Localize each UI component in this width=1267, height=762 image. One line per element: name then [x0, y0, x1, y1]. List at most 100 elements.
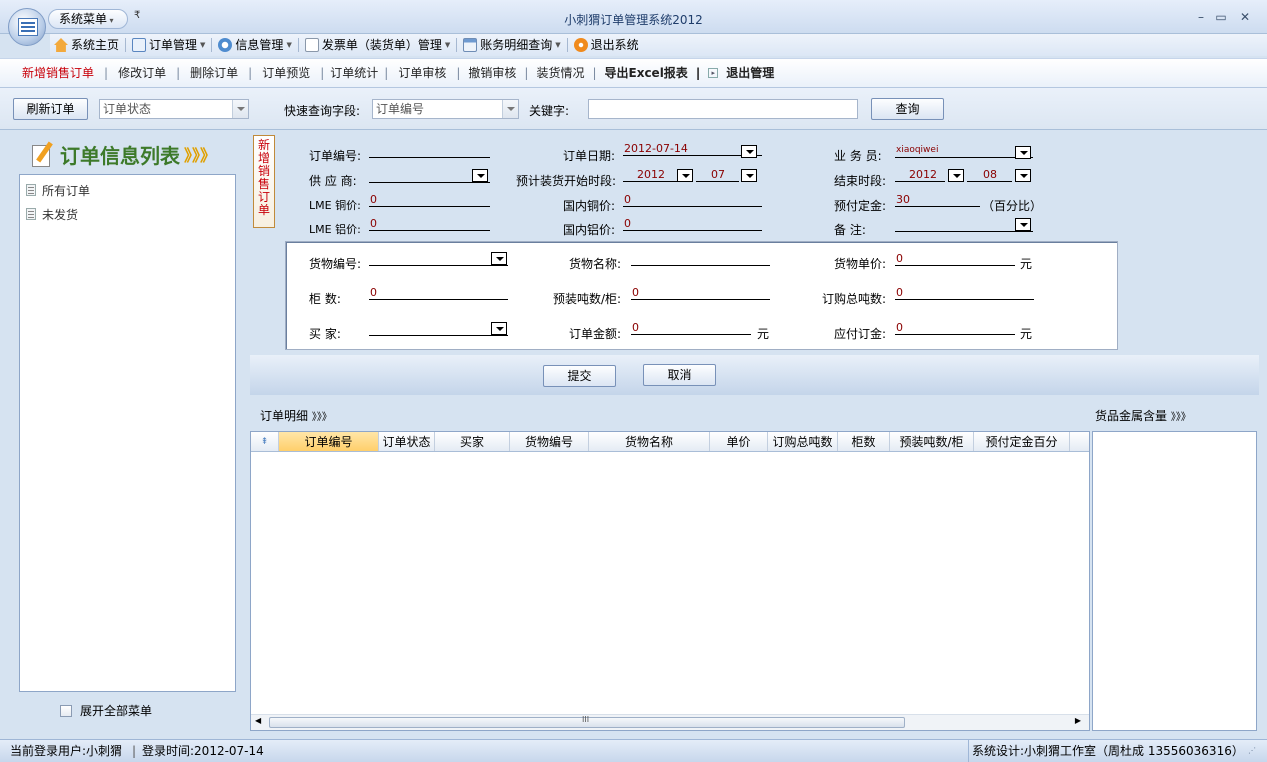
date-dropdown-icon[interactable]	[741, 145, 757, 158]
order-detail-grid: ⇞ 订单编号 订单状态 买家 货物编号 货物名称 单价 订购总吨数 柜数 预装吨…	[250, 431, 1090, 731]
column-header[interactable]: 订购总吨数	[768, 432, 838, 451]
lme-copper-label: LME 铜价:	[309, 199, 361, 212]
shipping-status-button[interactable]: 装货情况	[528, 58, 592, 88]
expand-all-checkbox[interactable]: 展开全部菜单	[60, 702, 152, 719]
domestic-aluminum-input[interactable]: 0	[623, 217, 762, 231]
unit-price-input[interactable]: 0	[895, 252, 1015, 266]
deposit-unit: （百分比）	[982, 199, 1043, 213]
unit-price-label: 货物单价:	[834, 257, 887, 271]
deposit-input[interactable]: 30	[895, 193, 980, 207]
home-icon	[54, 38, 68, 52]
quick-field-select[interactable]: 订单编号	[372, 99, 519, 119]
column-header[interactable]: 货物编号	[510, 432, 589, 451]
chevron-down-icon[interactable]	[948, 169, 964, 182]
scroll-thumb[interactable]: III	[269, 715, 905, 728]
chevron-down-icon: ▼	[444, 41, 451, 49]
deposit-label: 预付定金:	[834, 199, 887, 213]
tons-per-cabinet-input[interactable]: 0	[631, 286, 770, 300]
search-button[interactable]: 查询	[871, 98, 944, 120]
order-status-select[interactable]: 订单状态	[99, 99, 249, 119]
maximize-icon[interactable]: ▭	[1213, 10, 1229, 24]
load-start-month-select[interactable]: 07	[696, 168, 739, 182]
menu-exit[interactable]: 退出系统	[570, 34, 643, 56]
lme-aluminum-input[interactable]: 0	[369, 217, 490, 231]
column-header[interactable]: 订单编号	[279, 432, 379, 451]
window-title: 小刺猬订单管理系统2012	[564, 13, 703, 27]
yuan-unit: 元	[1020, 257, 1033, 271]
credit-text: 系统设计:小刺猬工作室（周杜成 13556036316）	[972, 744, 1244, 758]
submit-button[interactable]: 提交	[543, 365, 616, 387]
quick-field-label: 快速查询字段:	[284, 104, 361, 118]
load-start-label: 预计装货开始时段:	[516, 174, 617, 188]
scroll-right-icon[interactable]: ▶	[1075, 716, 1081, 725]
edit-order-button[interactable]: 修改订单	[108, 58, 176, 88]
menu-order-manage[interactable]: 订单管理 ▼	[128, 34, 209, 56]
new-order-button[interactable]: 新增销售订单	[22, 58, 104, 88]
scroll-left-icon[interactable]: ◀	[255, 716, 261, 725]
delete-order-button[interactable]: 删除订单	[180, 58, 248, 88]
minimize-icon[interactable]: –	[1193, 10, 1209, 24]
remark-select[interactable]	[895, 218, 1033, 232]
order-no-input[interactable]	[369, 144, 490, 158]
total-tons-input[interactable]: 0	[895, 286, 1034, 300]
menu-invoice-manage[interactable]: 发票单（装货单）管理 ▼	[301, 34, 454, 56]
column-header[interactable]: 货物名称	[589, 432, 710, 451]
refresh-order-button[interactable]: 刷新订单	[13, 98, 88, 120]
exit-manage-button[interactable]: 退出管理	[722, 58, 778, 88]
end-year-select[interactable]: 2012	[895, 168, 945, 182]
end-month-select[interactable]: 08	[967, 168, 1012, 182]
resize-grip-icon[interactable]: ⋰	[1248, 740, 1256, 762]
chevron-down-icon[interactable]	[472, 169, 488, 182]
chevron-down-icon[interactable]	[491, 322, 507, 335]
salesman-select[interactable]: xiaoqiwei	[895, 144, 1033, 158]
column-header[interactable]: 单价	[710, 432, 768, 451]
menu-home[interactable]: 系统主页	[50, 34, 123, 56]
order-amount-input[interactable]: 0	[631, 321, 751, 335]
buyer-select[interactable]	[369, 322, 508, 336]
status-divider: |	[132, 744, 137, 758]
domestic-aluminum-label: 国内铝价:	[563, 223, 616, 237]
cancel-review-button[interactable]: 撤销审核	[460, 58, 524, 88]
lme-copper-input[interactable]: 0	[369, 193, 490, 207]
chevron-down-icon[interactable]	[741, 169, 757, 182]
chevron-down-icon: ▼	[555, 41, 561, 49]
tree-item-all-orders[interactable]: 所有订单	[20, 178, 235, 202]
chevron-down-icon[interactable]	[491, 252, 507, 265]
chevron-down-icon[interactable]	[1015, 169, 1031, 182]
column-header[interactable]: 柜数	[838, 432, 890, 451]
file-icon	[26, 184, 36, 196]
form-action-bar	[250, 355, 1259, 395]
chevron-down-icon[interactable]	[1015, 146, 1031, 159]
total-tons-label: 订购总吨数:	[822, 292, 887, 306]
goods-no-select[interactable]	[369, 252, 508, 266]
export-excel-button[interactable]: 导出Excel报表	[597, 58, 696, 88]
column-header[interactable]: 买家	[435, 432, 510, 451]
new-order-tab[interactable]: 新增销售订单	[253, 135, 275, 228]
app-menu-button[interactable]	[8, 8, 46, 46]
chevron-down-icon[interactable]	[1015, 218, 1031, 231]
chevron-down-icon: ▼	[200, 41, 206, 49]
file-icon	[26, 208, 36, 220]
current-user: 当前登录用户:小刺猬	[10, 744, 123, 758]
domestic-copper-input[interactable]: 0	[623, 193, 762, 207]
keyword-input[interactable]	[588, 99, 858, 119]
checkbox-icon	[60, 704, 72, 717]
cancel-button[interactable]: 取消	[643, 364, 716, 386]
payable-deposit-input[interactable]: 0	[895, 321, 1015, 335]
cabinets-input[interactable]: 0	[369, 286, 508, 300]
preview-order-button[interactable]: 订单预览	[252, 58, 320, 88]
load-start-year-select[interactable]: 2012	[623, 168, 683, 182]
menu-info-manage[interactable]: 信息管理 ▼	[214, 34, 295, 56]
column-header[interactable]: 预装吨数/柜	[890, 432, 974, 451]
horizontal-scrollbar[interactable]: ◀ III ▶	[251, 714, 1089, 730]
chevron-down-icon[interactable]	[677, 169, 693, 182]
close-icon[interactable]: ✕	[1237, 10, 1253, 24]
order-review-button[interactable]: 订单审核	[388, 58, 456, 88]
row-selector-icon[interactable]: ⇞	[251, 432, 279, 451]
goods-name-input[interactable]	[631, 252, 770, 266]
column-header[interactable]: 订单状态	[379, 432, 435, 451]
menu-account-query[interactable]: 账务明细查询 ▼	[459, 34, 564, 56]
tree-item-unshipped[interactable]: 未发货	[20, 202, 235, 226]
column-header[interactable]: 预付定金百分	[974, 432, 1070, 451]
order-stats-button[interactable]: 订单统计	[324, 58, 384, 88]
